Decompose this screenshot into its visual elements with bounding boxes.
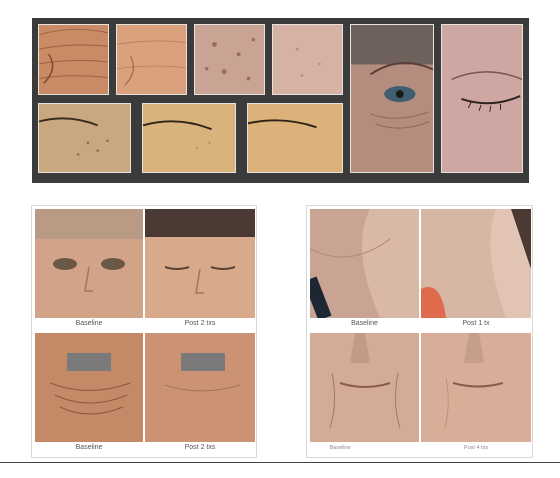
face-eye-before-after-collage: Baseline Post 2 txs Baseline Post 2 txs — [31, 205, 257, 458]
caption-baseline-mouth: Baseline — [329, 445, 351, 451]
neck-mouth-before-after-collage: Baseline Post 1 tx Baseline Post 4 txs — [306, 205, 533, 458]
photo-face-post-treatment — [145, 209, 255, 318]
photo-under-eye-texture-before — [38, 103, 131, 173]
photo-mouth-post-treatment — [421, 333, 531, 442]
photo-mouth-baseline — [310, 333, 419, 442]
photo-eye-crows-feet-after — [441, 24, 523, 173]
photo-under-eye-texture-mid — [142, 103, 236, 173]
photo-eye-baseline — [35, 333, 143, 442]
photo-cheek-wrinkles-before — [38, 24, 109, 95]
caption-post-neck: Post 1 tx — [462, 320, 490, 327]
caption-post-row2: Post 2 txs — [184, 444, 216, 451]
caption-baseline-neck: Baseline — [351, 320, 378, 327]
photo-neck-post-treatment — [421, 209, 531, 318]
closeup-skin-gallery-panel — [32, 18, 529, 183]
photo-cheek-wrinkles-after — [116, 24, 187, 95]
caption-post-row1: Post 2 txs — [184, 320, 216, 327]
caption-post-mouth: Post 4 txs — [463, 445, 489, 451]
photo-neck-baseline — [310, 209, 419, 318]
photo-face-baseline — [35, 209, 143, 318]
caption-baseline-row2: Baseline — [75, 444, 103, 451]
photo-eye-crows-feet-before — [350, 24, 434, 173]
bottom-divider-line — [0, 462, 560, 463]
photo-acne-scars-before — [194, 24, 265, 95]
photo-under-eye-texture-after — [247, 103, 343, 173]
skin-treatment-before-after-page: Baseline Post 2 txs Baseline Post 2 txs — [0, 0, 560, 478]
photo-eye-post-treatment — [145, 333, 255, 442]
photo-acne-scars-after — [272, 24, 343, 95]
caption-baseline-row1: Baseline — [75, 320, 103, 327]
